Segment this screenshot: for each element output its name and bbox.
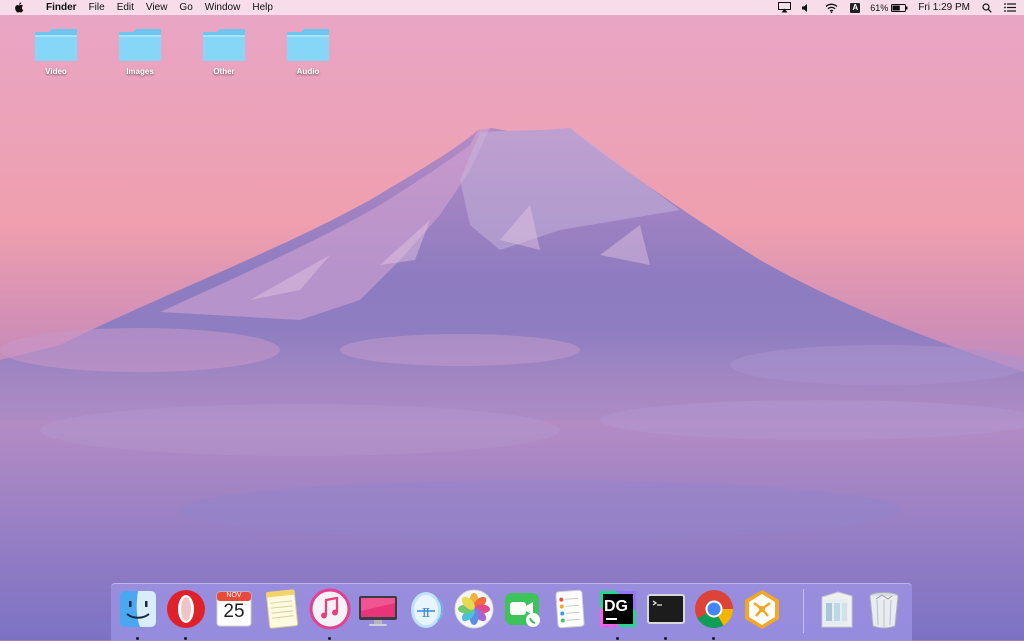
desktop-folder-other[interactable]: Other [192,27,256,76]
folder-icon [203,29,245,61]
menu-window[interactable]: Window [199,0,247,15]
input-source-icon[interactable]: A [850,0,861,15]
facetime-icon [505,593,540,627]
menu-go[interactable]: Go [173,0,198,15]
dock-app-datagrip[interactable]: DG [596,587,640,640]
sequel-hex-icon [745,590,779,629]
clock[interactable]: Fri 1:29 PM [918,0,970,15]
dock: NOV 25 Ⅱ DG [111,583,912,641]
folder-icon [35,29,77,61]
dock-documents-stack[interactable] [814,587,858,631]
desktop-wallpaper [0,0,1024,640]
desktop-folder-images[interactable]: Images [108,27,172,76]
wifi-icon[interactable] [825,0,838,15]
svg-text:Ⅱ: Ⅱ [422,606,430,620]
folder-icon [119,29,161,61]
dock-app-chrome[interactable] [692,587,736,640]
menu-view[interactable]: View [140,0,174,15]
dock-app-reminders[interactable] [548,587,592,631]
dock-app-itunes[interactable] [308,587,352,640]
reminders-icon [555,589,585,629]
app-menu-finder[interactable]: Finder [40,0,83,15]
dock-app-terminal[interactable] [644,587,688,640]
dock-app-notes[interactable] [260,587,304,631]
battery-status[interactable]: 61% [870,0,908,15]
notes-icon [265,589,299,629]
dock-app-sequel-hex[interactable] [740,587,784,631]
menu-bar-status: A 61% Fri 1:29 PM [768,0,1024,15]
dock-app-finder[interactable] [116,587,160,640]
dock-app-facetime[interactable] [500,587,544,631]
trash-icon [869,592,899,629]
chrome-icon [695,590,734,629]
dock-app-photos[interactable] [452,587,496,631]
opera-icon [167,590,205,628]
desktop-folder-video[interactable]: Video [24,27,88,76]
dock-app-translator[interactable]: Ⅱ [404,587,448,631]
itunes-icon [309,588,351,630]
documents-stack-icon [821,591,853,628]
battery-percent: 61% [870,2,889,13]
dock-separator [803,589,804,633]
dock-app-opera[interactable] [164,587,208,640]
menu-bar: Finder File Edit View Go Window Help A 6… [0,0,1024,15]
cleanmymac-icon [359,596,397,626]
dock-app-calendar[interactable]: NOV 25 [212,587,256,631]
desktop-folder-audio[interactable]: Audio [276,27,340,76]
translator-icon: Ⅱ [411,592,444,628]
dock-trash[interactable] [862,587,906,631]
apple-icon[interactable] [13,1,26,14]
spotlight-search-icon[interactable] [982,0,992,15]
datagrip-logo-text: DG [604,598,628,615]
folder-label: Images [126,67,154,76]
airplay-icon[interactable] [778,0,792,15]
menu-edit[interactable]: Edit [111,0,140,15]
folder-icon [287,29,329,61]
battery-icon [891,3,908,12]
calendar-day: 25 [223,601,245,622]
finder-icon [120,591,156,627]
menu-help[interactable]: Help [246,0,279,15]
input-source-label: A [850,2,861,13]
folder-label: Video [45,67,67,76]
dock-app-cleanmymac[interactable] [356,587,400,631]
menu-file[interactable]: File [83,0,111,15]
calendar-month: NOV [226,592,242,599]
terminal-icon [647,594,685,624]
folder-label: Other [213,67,235,76]
volume-icon[interactable] [801,0,811,15]
folder-label: Audio [296,67,320,76]
notification-center-icon[interactable] [1004,0,1016,15]
photos-icon [454,589,494,629]
menu-bar-left: Finder File Edit View Go Window Help [0,0,279,15]
